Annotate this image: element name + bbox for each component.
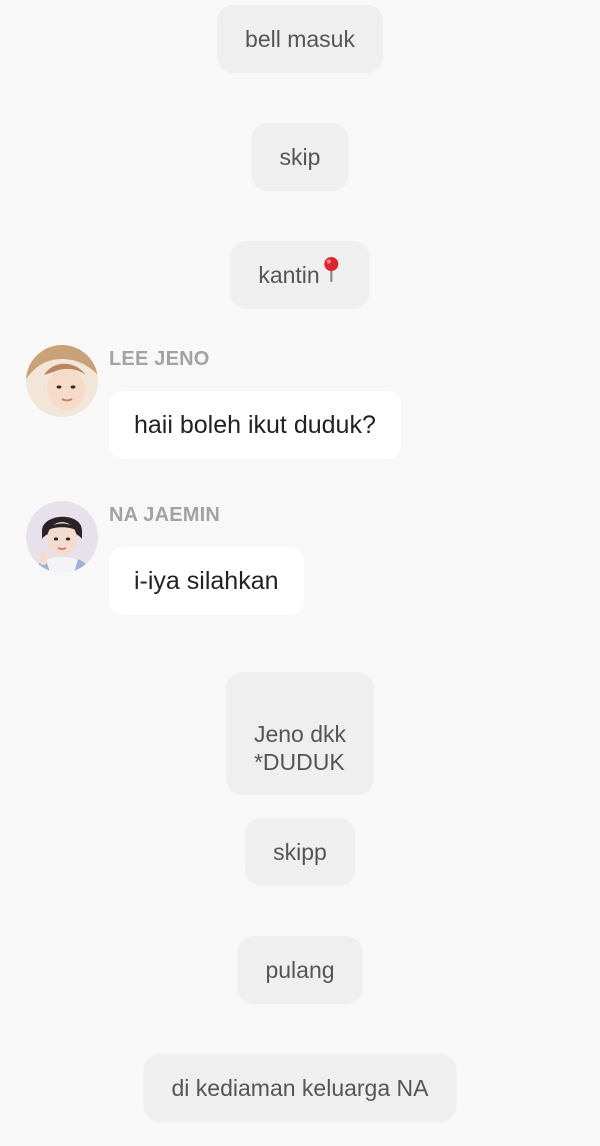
system-message-jeno-duduk: Jeno dkk *DUDUK <box>225 672 375 795</box>
system-message-text: skipp <box>273 839 327 865</box>
system-message-skipp: skipp <box>245 818 355 886</box>
system-message-skip: skip <box>251 123 349 191</box>
system-message-text: pulang <box>265 957 335 983</box>
system-message-text: bell masuk <box>245 26 355 52</box>
system-message-bell-masuk: bell masuk <box>217 5 383 73</box>
avatar-lee-jeno[interactable] <box>26 345 98 417</box>
system-message-text: Jeno dkk *DUDUK <box>253 721 347 775</box>
system-message-pulang: pulang <box>237 936 363 1004</box>
system-message-kediaman: di kediaman keluarga NA <box>143 1054 457 1122</box>
system-message-kantin: kantin <box>230 240 370 309</box>
avatar-na-jaemin[interactable] <box>26 501 98 573</box>
round-pushpin-icon <box>322 240 342 308</box>
avatar-image <box>26 345 98 417</box>
system-message-text: kantin <box>258 262 320 288</box>
chat-bubble-text: haii boleh ikut duduk? <box>134 411 376 439</box>
system-message-text: skip <box>279 144 321 170</box>
chat-bubble-jaemin[interactable]: i-iya silahkan <box>109 547 304 615</box>
system-message-text: di kediaman keluarga NA <box>171 1075 429 1101</box>
chat-bubble-text: i-iya silahkan <box>134 567 279 595</box>
chat-bubble-jeno[interactable]: haii boleh ikut duduk? <box>109 391 401 459</box>
avatar-image <box>26 501 98 573</box>
sender-name: LEE JENO <box>109 348 210 370</box>
sender-name: NA JAEMIN <box>109 504 221 526</box>
